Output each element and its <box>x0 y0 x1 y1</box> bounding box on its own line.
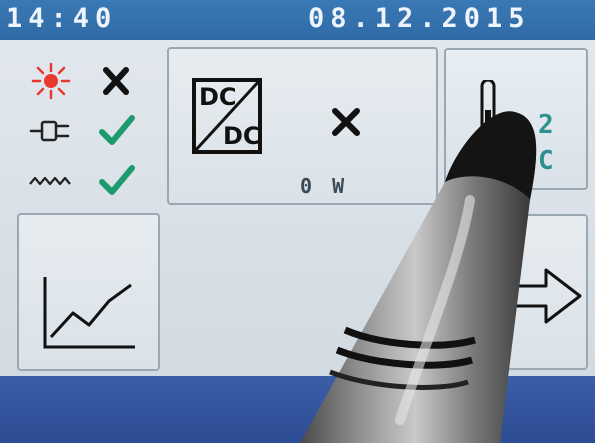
sun-icon <box>31 62 71 100</box>
thermometer-icon <box>474 80 502 162</box>
screen: 14:40 08.12.2015 DC DC 0 W 2 C <box>0 0 595 443</box>
wave-icon <box>29 176 71 186</box>
dcdc-label-top: DC <box>199 83 237 111</box>
status-bar: 14:40 08.12.2015 <box>0 0 595 40</box>
temperature-tile[interactable]: 2 C <box>444 48 588 190</box>
temperature-value: 2 <box>538 110 554 140</box>
check-icon <box>99 115 135 145</box>
source-row-grid <box>22 110 152 152</box>
source-row-wave <box>22 160 152 202</box>
clock-date: 08.12.2015 <box>308 3 531 34</box>
clock-time: 14:40 <box>6 3 118 34</box>
history-chart-tile[interactable] <box>17 213 160 371</box>
line-chart-icon <box>43 277 135 349</box>
dcdc-label-bottom: DC <box>223 122 261 150</box>
dcdc-converter-tile[interactable]: DC DC 0 W <box>167 47 438 205</box>
cross-icon <box>103 67 129 95</box>
plug-icon <box>29 120 70 142</box>
bottom-bar <box>0 376 595 443</box>
arrow-right-icon <box>508 268 582 324</box>
check-icon <box>99 165 135 195</box>
next-page-tile[interactable] <box>500 214 588 370</box>
source-row-solar <box>22 60 152 102</box>
temperature-unit: C <box>538 146 554 176</box>
source-status-panel <box>22 60 152 205</box>
dcdc-power-value: 0 W <box>300 174 349 198</box>
cross-icon <box>332 108 360 136</box>
